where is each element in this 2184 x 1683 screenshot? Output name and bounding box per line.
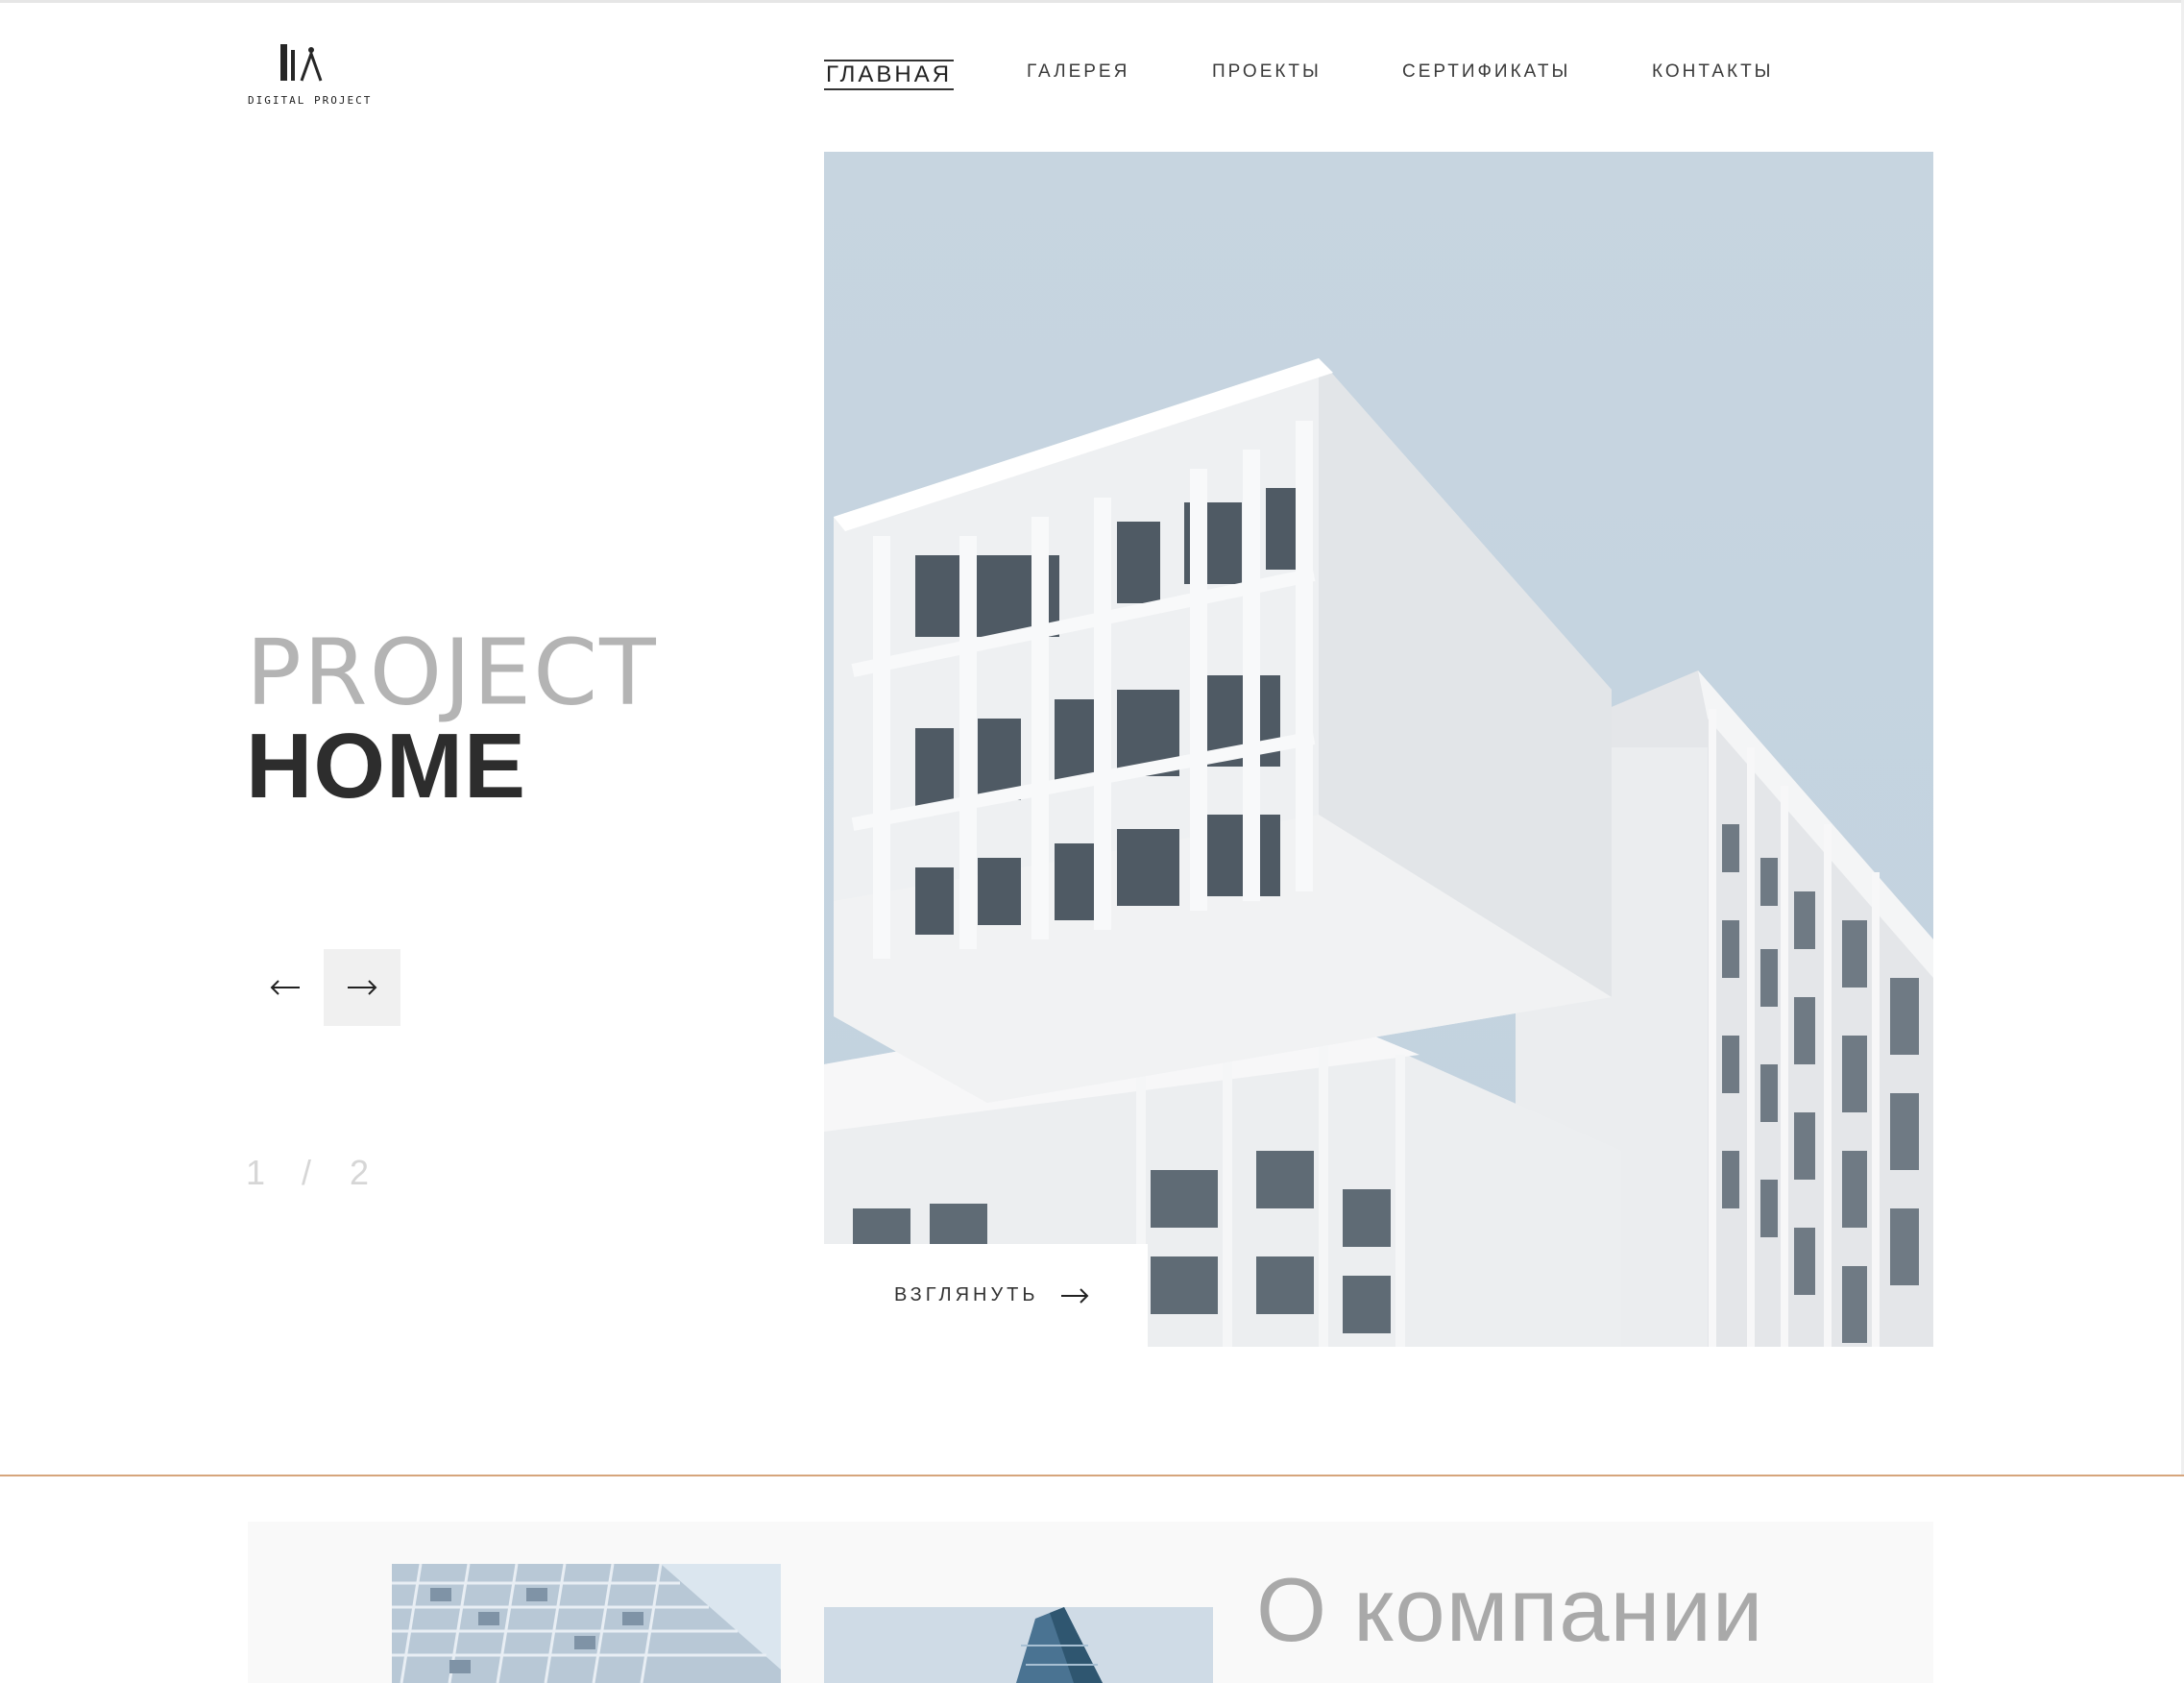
main-nav: ГЛАВНАЯ ГАЛЕРЕЯ ПРОЕКТЫ СЕРТИФИКАТЫ КОНТ… (0, 60, 2184, 96)
about-title: О компании (1256, 1559, 1764, 1660)
look-button-label: ВЗГЛЯНУТЬ (894, 1284, 1039, 1305)
hero-title-light: PROJECT (246, 620, 658, 725)
slide-current: 1 (246, 1153, 266, 1192)
hero-title-bold: HOME (246, 715, 526, 817)
slide-counter: 1 / 2 (246, 1153, 369, 1193)
slider-next-button[interactable] (324, 949, 400, 1026)
hero-image (824, 152, 1933, 1347)
nav-item-projects[interactable]: ПРОЕКТЫ (1212, 61, 1322, 83)
nav-item-home[interactable]: ГЛАВНАЯ (824, 60, 955, 90)
slide-separator: / (302, 1153, 312, 1192)
section-divider (0, 1475, 2184, 1476)
about-image-1 (392, 1564, 781, 1683)
nav-item-certificates[interactable]: СЕРТИФИКАТЫ (1402, 61, 1570, 83)
nav-item-contacts[interactable]: КОНТАКТЫ (1652, 61, 1774, 83)
about-image-2 (824, 1607, 1213, 1683)
top-border (0, 0, 2184, 3)
slider-prev-button[interactable] (248, 949, 323, 1026)
arrow-left-icon (270, 980, 300, 995)
look-arrow-icon (1060, 1287, 1089, 1304)
arrow-right-icon (348, 980, 377, 995)
slide-total: 2 (350, 1153, 370, 1192)
nav-item-gallery[interactable]: ГАЛЕРЕЯ (1027, 61, 1129, 83)
look-button[interactable]: ВЗГЛЯНУТЬ (824, 1244, 1148, 1347)
